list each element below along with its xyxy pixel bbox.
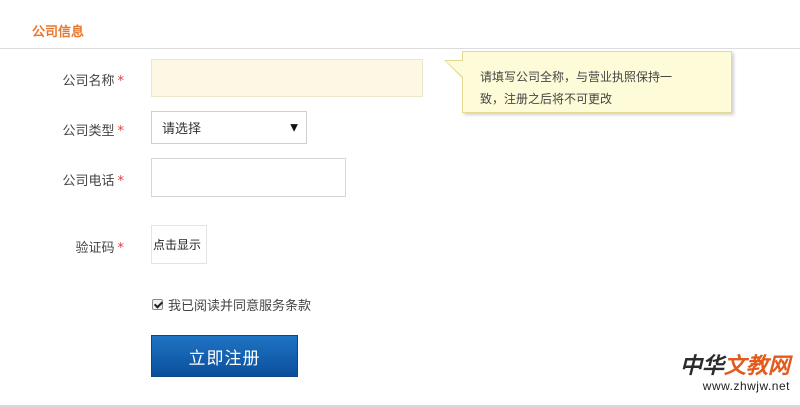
company-name-label: 公司名称 * <box>0 70 124 89</box>
tooltip-tail <box>446 61 464 78</box>
required-mark: * <box>117 74 125 89</box>
company-type-label: 公司类型 * <box>0 120 124 139</box>
section-divider <box>0 48 800 49</box>
section-title: 公司信息 <box>32 25 85 40</box>
captcha-show-button[interactable]: 点击显示 <box>151 225 207 264</box>
company-phone-label: 公司电话 * <box>0 170 124 189</box>
company-phone-label-text: 公司电话 <box>62 174 115 189</box>
company-type-selected: 请选择 <box>162 122 202 137</box>
company-type-label-text: 公司类型 <box>62 124 115 139</box>
captcha-label-text: 验证码 <box>75 241 115 256</box>
watermark-url: www.zhwjw.net <box>702 379 790 393</box>
company-name-tooltip: 请填写公司全称，与营业执照保持一 致，注册之后将不可更改 <box>462 51 732 113</box>
company-phone-input[interactable] <box>151 158 346 197</box>
company-name-input[interactable] <box>151 59 423 97</box>
tooltip-line-2: 致，注册之后将不可更改 <box>480 92 613 106</box>
required-mark: * <box>117 174 125 189</box>
company-type-select[interactable]: 请选择 ▼ <box>151 111 307 144</box>
dropdown-arrow-icon: ▼ <box>290 122 298 133</box>
captcha-label: 验证码 * <box>0 237 124 256</box>
agree-checkbox[interactable] <box>152 299 163 310</box>
required-mark: * <box>117 241 125 256</box>
agree-terms-text[interactable]: 我已阅读并同意服务条款 <box>168 295 311 314</box>
company-name-label-text: 公司名称 <box>62 74 115 89</box>
required-mark: * <box>117 124 125 139</box>
register-button[interactable]: 立即注册 <box>151 335 298 377</box>
watermark-logo: 中华文教网 <box>679 354 790 379</box>
site-watermark: 中华文教网 www.zhwjw.net <box>679 354 790 394</box>
agree-terms[interactable]: 我已阅读并同意服务条款 <box>152 295 311 314</box>
tooltip-line-1: 请填写公司全称，与营业执照保持一 <box>480 70 673 84</box>
